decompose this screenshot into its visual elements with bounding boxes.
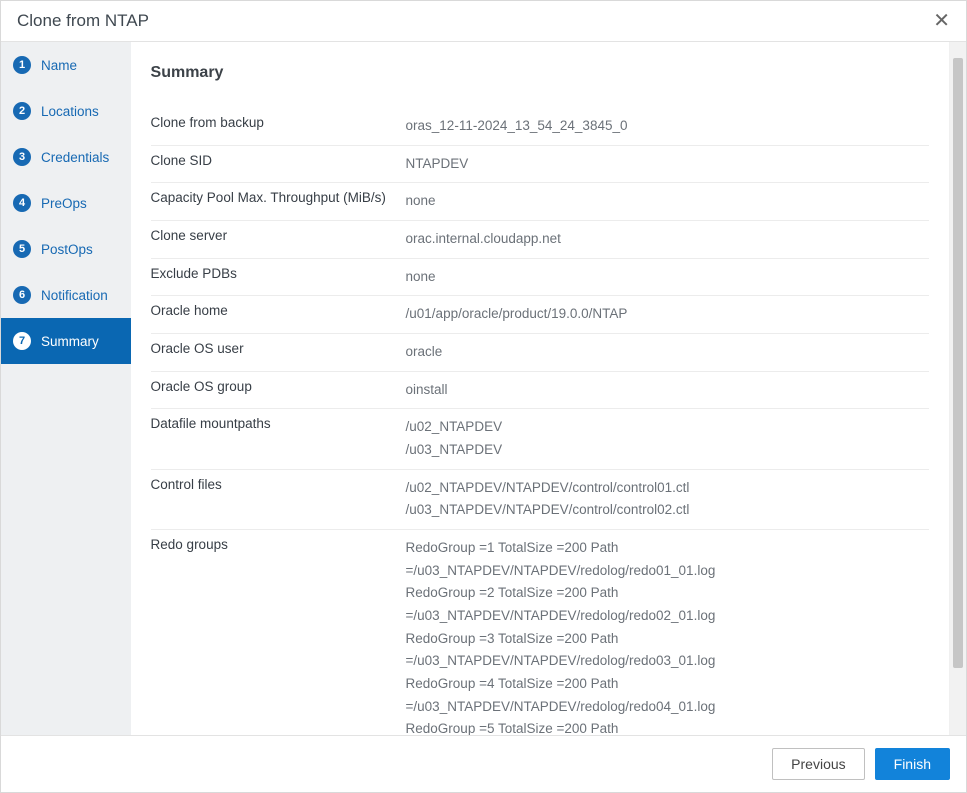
summary-value: oinstall: [406, 379, 930, 402]
content-wrap: Summary Clone from backuporas_12-11-2024…: [131, 42, 966, 735]
summary-value: orac.internal.cloudapp.net: [406, 228, 930, 251]
wizard-step-notification[interactable]: 6 Notification: [1, 272, 131, 318]
wizard-sidebar: 1 Name 2 Locations 3 Credentials 4 PreOp…: [1, 42, 131, 735]
scrollbar-thumb[interactable]: [953, 58, 963, 668]
summary-value-line: orac.internal.cloudapp.net: [406, 228, 930, 251]
summary-row: Datafile mountpaths/u02_NTAPDEV/u03_NTAP…: [151, 408, 930, 468]
step-number-icon: 7: [13, 332, 31, 350]
wizard-step-label: PreOps: [41, 196, 87, 211]
summary-label: Clone server: [151, 228, 406, 243]
summary-value-line: oras_12-11-2024_13_54_24_3845_0: [406, 115, 930, 138]
wizard-step-summary[interactable]: 7 Summary: [1, 318, 131, 364]
summary-row: Capacity Pool Max. Throughput (MiB/s)non…: [151, 182, 930, 220]
summary-value-line: RedoGroup =3 TotalSize =200 Path =/u03_N…: [406, 628, 930, 673]
summary-value-line: RedoGroup =1 TotalSize =200 Path =/u03_N…: [406, 537, 930, 582]
step-number-icon: 3: [13, 148, 31, 166]
wizard-step-credentials[interactable]: 3 Credentials: [1, 134, 131, 180]
summary-row: Clone serverorac.internal.cloudapp.net: [151, 220, 930, 258]
dialog-title: Clone from NTAP: [17, 11, 149, 31]
step-number-icon: 6: [13, 286, 31, 304]
wizard-step-label: Notification: [41, 288, 108, 303]
wizard-step-label: Name: [41, 58, 77, 73]
summary-value: none: [406, 190, 930, 213]
wizard-step-locations[interactable]: 2 Locations: [1, 88, 131, 134]
summary-row: Redo groupsRedoGroup =1 TotalSize =200 P…: [151, 529, 930, 735]
wizard-step-label: Credentials: [41, 150, 109, 165]
dialog-header: Clone from NTAP ✕: [1, 1, 966, 42]
previous-button[interactable]: Previous: [772, 748, 864, 780]
summary-label: Datafile mountpaths: [151, 416, 406, 431]
summary-value-line: oracle: [406, 341, 930, 364]
summary-value-line: NTAPDEV: [406, 153, 930, 176]
wizard-step-name[interactable]: 1 Name: [1, 42, 131, 88]
summary-label: Control files: [151, 477, 406, 492]
wizard-step-label: Summary: [41, 334, 99, 349]
wizard-step-label: PostOps: [41, 242, 93, 257]
step-number-icon: 2: [13, 102, 31, 120]
wizard-step-postops[interactable]: 5 PostOps: [1, 226, 131, 272]
summary-label: Oracle OS user: [151, 341, 406, 356]
summary-value: /u02_NTAPDEV/NTAPDEV/control/control01.c…: [406, 477, 930, 522]
summary-value-line: /u03_NTAPDEV/NTAPDEV/control/control02.c…: [406, 499, 930, 522]
summary-value-line: /u03_NTAPDEV: [406, 439, 930, 462]
summary-label: Capacity Pool Max. Throughput (MiB/s): [151, 190, 406, 205]
summary-row: Control files/u02_NTAPDEV/NTAPDEV/contro…: [151, 469, 930, 529]
vertical-scrollbar[interactable]: [950, 42, 966, 735]
summary-row: Exclude PDBsnone: [151, 258, 930, 296]
summary-value-line: oinstall: [406, 379, 930, 402]
summary-value: /u01/app/oracle/product/19.0.0/NTAP: [406, 303, 930, 326]
summary-value: none: [406, 266, 930, 289]
summary-panel: Summary Clone from backuporas_12-11-2024…: [131, 42, 951, 735]
finish-button[interactable]: Finish: [875, 748, 950, 780]
summary-value-line: /u02_NTAPDEV: [406, 416, 930, 439]
dialog-footer: Previous Finish: [1, 735, 966, 792]
summary-label: Oracle OS group: [151, 379, 406, 394]
wizard-step-label: Locations: [41, 104, 99, 119]
summary-row: Oracle OS groupoinstall: [151, 371, 930, 409]
step-number-icon: 4: [13, 194, 31, 212]
dialog-body: 1 Name 2 Locations 3 Credentials 4 PreOp…: [1, 42, 966, 735]
wizard-step-preops[interactable]: 4 PreOps: [1, 180, 131, 226]
summary-value: /u02_NTAPDEV/u03_NTAPDEV: [406, 416, 930, 461]
summary-table: Clone from backuporas_12-11-2024_13_54_2…: [151, 108, 930, 735]
page-heading: Summary: [151, 64, 930, 82]
clone-wizard-dialog: Clone from NTAP ✕ 1 Name 2 Locations 3 C…: [0, 0, 967, 793]
summary-row: Clone from backuporas_12-11-2024_13_54_2…: [151, 108, 930, 145]
summary-row: Oracle home/u01/app/oracle/product/19.0.…: [151, 295, 930, 333]
summary-value-line: none: [406, 266, 930, 289]
summary-label: Redo groups: [151, 537, 406, 552]
summary-value-line: none: [406, 190, 930, 213]
summary-value-line: RedoGroup =5 TotalSize =200 Path =/u03_N…: [406, 718, 930, 735]
summary-value: oras_12-11-2024_13_54_24_3845_0: [406, 115, 930, 138]
summary-row: Oracle OS useroracle: [151, 333, 930, 371]
step-number-icon: 1: [13, 56, 31, 74]
summary-value: NTAPDEV: [406, 153, 930, 176]
summary-label: Clone from backup: [151, 115, 406, 130]
close-icon[interactable]: ✕: [933, 11, 950, 31]
summary-value-line: RedoGroup =2 TotalSize =200 Path =/u03_N…: [406, 582, 930, 627]
step-number-icon: 5: [13, 240, 31, 258]
summary-value-line: /u01/app/oracle/product/19.0.0/NTAP: [406, 303, 930, 326]
summary-label: Oracle home: [151, 303, 406, 318]
summary-label: Clone SID: [151, 153, 406, 168]
summary-value: RedoGroup =1 TotalSize =200 Path =/u03_N…: [406, 537, 930, 735]
summary-row: Clone SIDNTAPDEV: [151, 145, 930, 183]
summary-value-line: RedoGroup =4 TotalSize =200 Path =/u03_N…: [406, 673, 930, 718]
summary-label: Exclude PDBs: [151, 266, 406, 281]
summary-value-line: /u02_NTAPDEV/NTAPDEV/control/control01.c…: [406, 477, 930, 500]
summary-value: oracle: [406, 341, 930, 364]
